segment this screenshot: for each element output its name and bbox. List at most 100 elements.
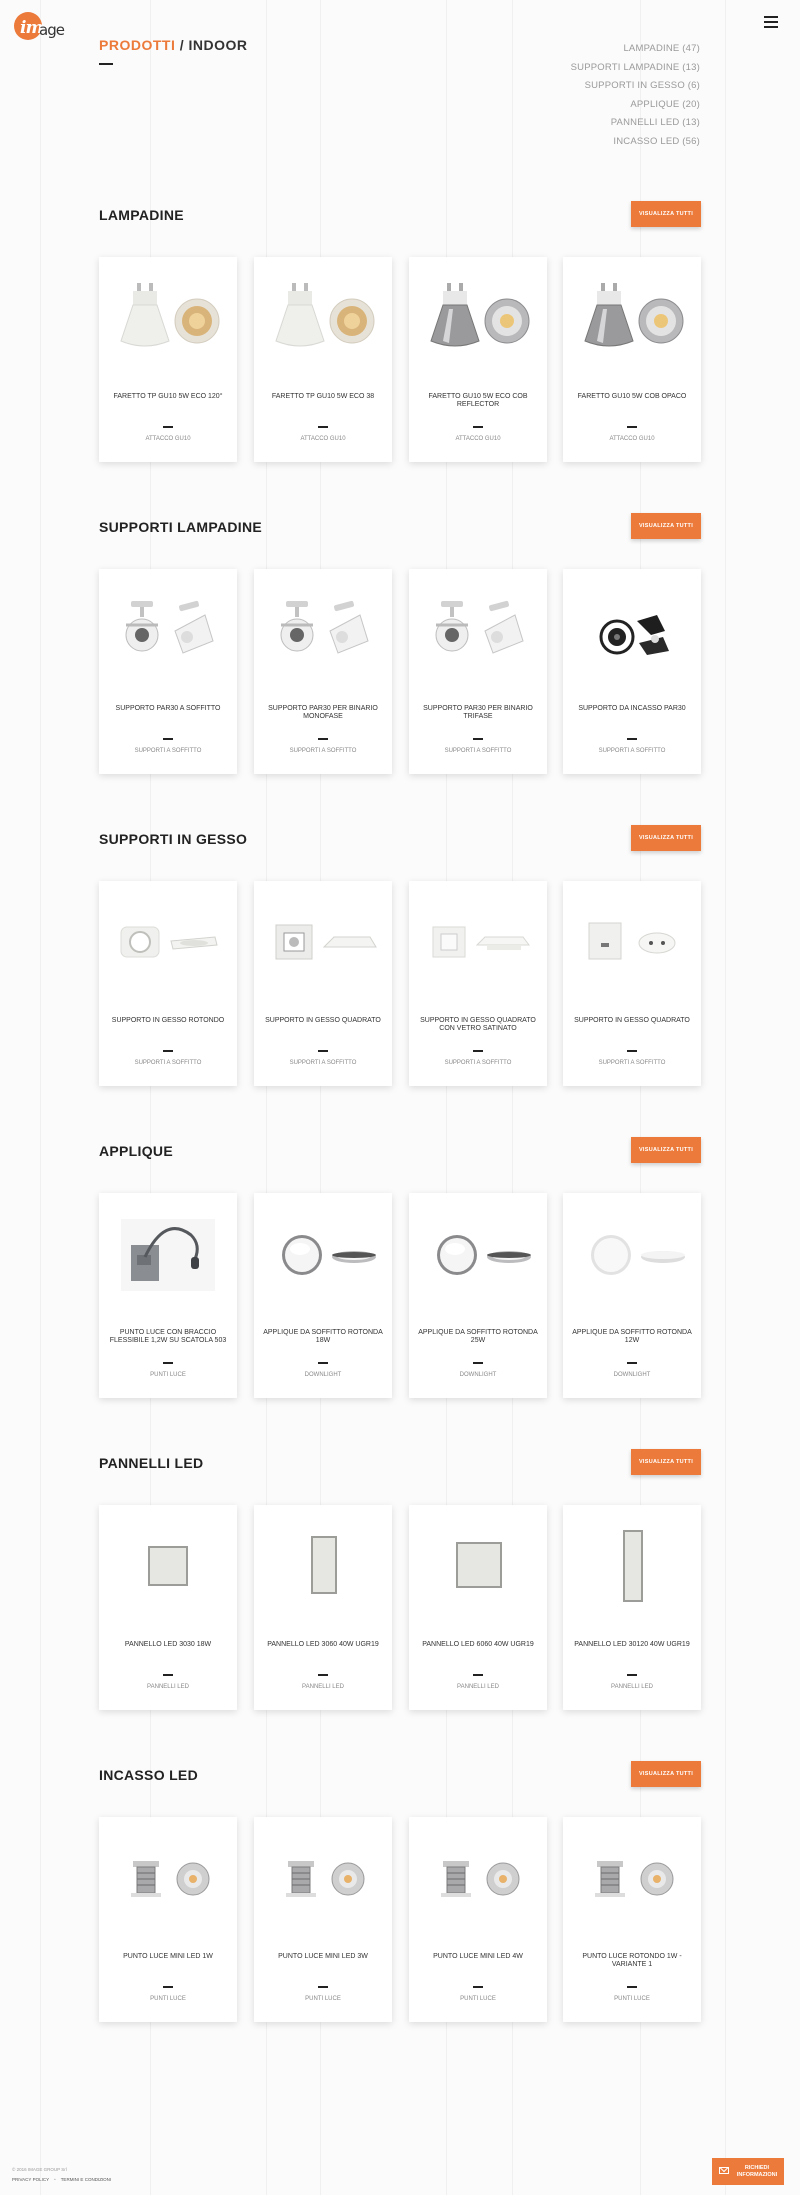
product-divider	[163, 1050, 173, 1052]
product-name: SUPPORTO IN GESSO QUADRATO CON VETRO SAT…	[420, 1017, 536, 1032]
product-image	[573, 1215, 691, 1293]
product-card[interactable]: FARETTO TP GU10 5W ECO 38 ATTACCO GU10	[254, 257, 392, 462]
terms-link[interactable]: TERMINI E CONDIZIONI	[61, 2177, 112, 2182]
category-link-lampadine[interactable]: LAMPADINE (47)	[571, 40, 700, 59]
product-name: SUPPORTO IN GESSO QUADRATO	[574, 1017, 690, 1024]
product-card[interactable]: FARETTO TP GU10 5W ECO 120° ATTACCO GU10	[99, 257, 237, 462]
product-card[interactable]: PANNELLO LED 30120 40W UGR19 PANNELLI LED	[563, 1505, 701, 1710]
product-category: SUPPORTI A SOFFITTO	[444, 1060, 512, 1066]
product-name: PUNTO LUCE MINI LED 3W	[278, 1953, 368, 1960]
section-pannelli-led: PANNELLI LED VISUALIZZA TUTTI PANNELLO LE…	[99, 1449, 701, 1711]
product-name: PUNTO LUCE MINI LED 1W	[123, 1953, 213, 1960]
product-image	[109, 1215, 227, 1293]
product-name: SUPPORTO IN GESSO ROTONDO	[111, 1017, 225, 1024]
product-image	[109, 903, 227, 981]
product-divider	[627, 426, 637, 428]
product-card[interactable]: SUPPORTO IN GESSO QUADRATO SUPPORTI A SOF…	[563, 881, 701, 1086]
section-supporti-lampadine: SUPPORTI LAMPADINE VISUALIZZA TUTTI SUPPO…	[99, 513, 701, 775]
product-image	[264, 279, 382, 357]
product-card[interactable]: PANNELLO LED 3030 18W PANNELLI LED	[99, 1505, 237, 1710]
product-image	[264, 1527, 382, 1605]
section-supporti-in-gesso: SUPPORTI IN GESSO VISUALIZZA TUTTI SUPPOR…	[99, 825, 701, 1087]
product-name: APPLIQUE DA SOFFITTO ROTONDA 12W	[572, 1329, 692, 1344]
section-lampadine: LAMPADINE VISUALIZZA TUTTI FARETTO TP GU1…	[99, 201, 701, 463]
section-title: PANNELLI LED	[99, 1455, 204, 1471]
product-card[interactable]: PUNTO LUCE MINI LED 4W PUNTI LUCE	[409, 1817, 547, 2022]
product-name: PANNELLO LED 3030 18W	[124, 1641, 212, 1648]
product-grid: FARETTO TP GU10 5W ECO 120° ATTACCO GU10 …	[99, 257, 701, 462]
privacy-policy-link[interactable]: PRIVACY POLICY	[12, 2177, 49, 2182]
product-divider	[473, 426, 483, 428]
category-link-pannelli-led[interactable]: PANNELLI LED (13)	[571, 114, 700, 133]
product-category: SUPPORTI A SOFFITTO	[598, 748, 666, 754]
request-info-button[interactable]: RICHIEDI INFORMAZIONI	[712, 2158, 784, 2185]
product-category: SUPPORTI A SOFFITTO	[289, 748, 357, 754]
product-image	[264, 591, 382, 669]
product-name: FARETTO TP GU10 5W ECO 38	[271, 393, 375, 400]
product-divider	[163, 1674, 173, 1676]
view-all-button[interactable]: VISUALIZZA TUTTI	[631, 1761, 701, 1787]
product-image	[109, 1839, 227, 1917]
product-card[interactable]: APPLIQUE DA SOFFITTO ROTONDA 18W DOWNLIGH…	[254, 1193, 392, 1398]
product-divider	[473, 1362, 483, 1364]
product-name: PUNTO LUCE MINI LED 4W	[433, 1953, 523, 1960]
view-all-button[interactable]: VISUALIZZA TUTTI	[631, 1449, 701, 1475]
view-all-button[interactable]: VISUALIZZA TUTTI	[631, 825, 701, 851]
product-card[interactable]: SUPPORTO PAR30 PER BINARIO TRIFASE SUPPOR…	[409, 569, 547, 774]
product-category: DOWNLIGHT	[613, 1372, 651, 1378]
product-card[interactable]: FARETTO GU10 5W COB OPACO ATTACCO GU10	[563, 257, 701, 462]
hamburger-icon[interactable]	[764, 16, 778, 28]
product-card[interactable]: SUPPORTO PAR30 PER BINARIO MONOFASE SUPPO…	[254, 569, 392, 774]
product-card[interactable]: PANNELLO LED 3060 40W UGR19 PANNELLI LED	[254, 1505, 392, 1710]
product-category: DOWNLIGHT	[304, 1372, 342, 1378]
product-card[interactable]: PANNELLO LED 6060 40W UGR19 PANNELLI LED	[409, 1505, 547, 1710]
product-image	[419, 1527, 537, 1605]
product-image	[419, 591, 537, 669]
product-card[interactable]: SUPPORTO PAR30 A SOFFITTO SUPPORTI A SOFF…	[99, 569, 237, 774]
product-card[interactable]: FARETTO GU10 5W ECO COB REFLECTOR ATTACCO…	[409, 257, 547, 462]
footer-links: PRIVACY POLICY • TERMINI E CONDIZIONI	[12, 2177, 112, 2182]
product-card[interactable]: SUPPORTO DA INCASSO PAR30 SUPPORTI A SOFF…	[563, 569, 701, 774]
product-divider	[163, 426, 173, 428]
product-category: SUPPORTI A SOFFITTO	[134, 1060, 202, 1066]
view-all-button[interactable]: VISUALIZZA TUTTI	[631, 1137, 701, 1163]
product-divider	[473, 738, 483, 740]
product-image	[573, 591, 691, 669]
title-divider	[99, 63, 113, 65]
product-category: ATTACCO GU10	[300, 436, 346, 442]
product-card[interactable]: APPLIQUE DA SOFFITTO ROTONDA 25W DOWNLIGH…	[409, 1193, 547, 1398]
product-category: PANNELLI LED	[147, 1684, 189, 1690]
product-divider	[473, 1986, 483, 1988]
product-image	[419, 279, 537, 357]
product-card[interactable]: APPLIQUE DA SOFFITTO ROTONDA 12W DOWNLIGH…	[563, 1193, 701, 1398]
category-link-applique[interactable]: APPLIQUE (20)	[571, 96, 700, 115]
product-divider	[318, 1362, 328, 1364]
product-image	[419, 903, 537, 981]
product-name: SUPPORTO DA INCASSO PAR30	[578, 705, 686, 712]
category-menu: LAMPADINE (47) SUPPORTI LAMPADINE (13) S…	[571, 40, 700, 151]
product-card[interactable]: PUNTO LUCE ROTONDO 1W - VARIANTE 1 PUNTI …	[563, 1817, 701, 2022]
product-category: SUPPORTI A SOFFITTO	[289, 1060, 357, 1066]
product-name: PANNELLO LED 6060 40W UGR19	[422, 1641, 534, 1648]
product-divider	[318, 426, 328, 428]
view-all-button[interactable]: VISUALIZZA TUTTI	[631, 513, 701, 539]
category-link-supporti-in-gesso[interactable]: SUPPORTI IN GESSO (6)	[571, 77, 700, 96]
product-category: PANNELLI LED	[457, 1684, 499, 1690]
product-card[interactable]: PUNTO LUCE MINI LED 3W PUNTI LUCE	[254, 1817, 392, 2022]
product-divider	[473, 1674, 483, 1676]
view-all-button[interactable]: VISUALIZZA TUTTI	[631, 201, 701, 227]
product-card[interactable]: PUNTO LUCE MINI LED 1W PUNTI LUCE	[99, 1817, 237, 2022]
product-card[interactable]: PUNTO LUCE CON BRACCIO FLESSIBILE 1,2W S…	[99, 1193, 237, 1398]
product-name: PANNELLO LED 30120 40W UGR19	[574, 1641, 690, 1648]
section-title: SUPPORTI IN GESSO	[99, 831, 248, 847]
product-image	[109, 591, 227, 669]
copyright: © 2016 IMAGE GROUP Srl	[12, 2167, 67, 2172]
category-link-incasso-led[interactable]: INCASSO LED (56)	[571, 133, 700, 152]
product-card[interactable]: SUPPORTO IN GESSO QUADRATO CON VETRO SAT…	[409, 881, 547, 1086]
product-card[interactable]: SUPPORTO IN GESSO QUADRATO SUPPORTI A SOF…	[254, 881, 392, 1086]
product-card[interactable]: SUPPORTO IN GESSO ROTONDO SUPPORTI A SOFF…	[99, 881, 237, 1086]
category-link-supporti-lampadine[interactable]: SUPPORTI LAMPADINE (13)	[571, 59, 700, 78]
product-divider	[163, 1986, 173, 1988]
logo[interactable]: im age	[14, 12, 65, 42]
product-name: SUPPORTO PAR30 PER BINARIO MONOFASE	[268, 705, 378, 720]
